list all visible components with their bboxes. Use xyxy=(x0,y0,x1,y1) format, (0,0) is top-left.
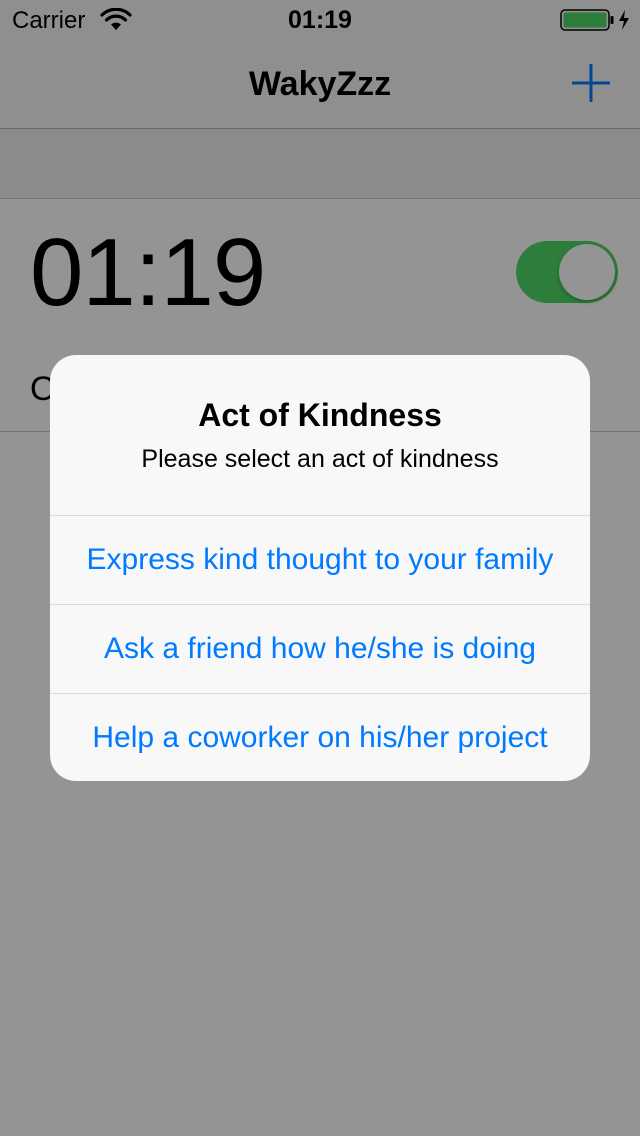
alert-title: Act of Kindness xyxy=(198,397,442,433)
alert-action-family[interactable]: Express kind thought to your family xyxy=(50,515,590,604)
act-of-kindness-alert: Act of Kindness Please select an act of … xyxy=(50,355,590,781)
alert-message: Please select an act of kindness xyxy=(141,445,499,473)
alert-action-coworker[interactable]: Help a coworker on his/her project xyxy=(50,693,590,781)
app-screen: Carrier 01:19 WakyZzz 01:19 O Act of Kin… xyxy=(0,0,640,1136)
alert-action-friend[interactable]: Ask a friend how he/she is doing xyxy=(50,604,590,693)
